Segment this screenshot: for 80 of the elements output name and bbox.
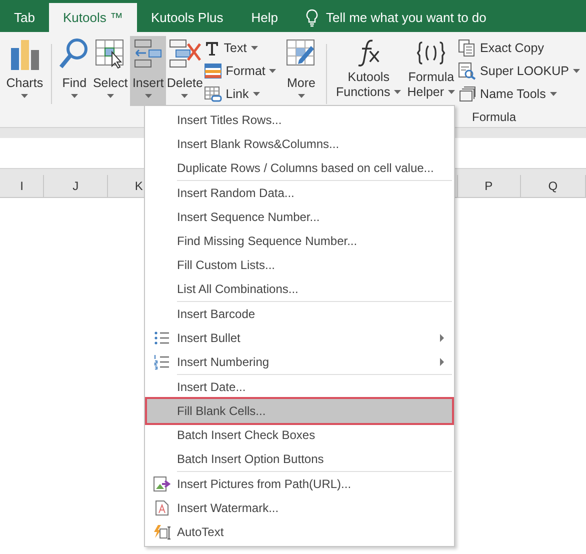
button-label: Exact Copy <box>480 41 544 55</box>
caret-icon <box>394 90 402 94</box>
menu-item[interactable]: Insert Sequence Number... <box>147 205 452 229</box>
submenu-arrow-icon <box>440 358 444 366</box>
caret-icon <box>106 94 114 98</box>
name-tools-icon <box>458 85 476 103</box>
menu-item[interactable]: Insert Titles Rows... <box>147 108 452 132</box>
link-table-icon <box>204 86 222 102</box>
menu-item[interactable]: Insert Pictures from Path(URL)... <box>147 472 452 496</box>
lightbulb-icon <box>306 8 318 26</box>
group-label: Formula <box>472 110 516 124</box>
menu-item[interactable]: List All Combinations... <box>147 277 452 301</box>
button-label: Functions <box>336 85 390 99</box>
tell-me-search[interactable]: Tell me what you want to do <box>326 10 486 25</box>
menu-item[interactable]: Insert Barcode <box>147 302 452 326</box>
caret-icon <box>144 94 152 98</box>
copy-button[interactable]: Exact Copy <box>458 38 580 58</box>
column-header[interactable]: I <box>0 175 44 197</box>
menu-item[interactable]: Insert Blank Rows&Columns... <box>147 132 452 156</box>
grid-cursor-icon <box>95 38 126 70</box>
menu-item[interactable]: Batch Insert Option Buttons <box>147 447 452 471</box>
menu-item[interactable]: AutoText <box>147 520 452 544</box>
menu-item[interactable]: Batch Insert Check Boxes <box>147 423 452 447</box>
submenu-arrow-icon <box>440 334 444 342</box>
caret-icon <box>298 94 305 98</box>
menu-item[interactable]: Insert Watermark... <box>147 496 452 520</box>
formula-helper-button[interactable]: Formula Helper <box>404 38 458 100</box>
menu-item[interactable]: Insert Bullet <box>147 326 452 350</box>
names-button[interactable]: Name Tools <box>458 84 580 104</box>
button-label: Helper <box>407 85 444 99</box>
functions-button[interactable]: Kutools Functions <box>333 38 404 100</box>
ribbon-tab[interactable]: Tab <box>0 3 49 32</box>
search-icon <box>59 38 90 70</box>
text-icon <box>204 40 220 56</box>
button-label: Name Tools <box>480 87 546 101</box>
caret-icon <box>572 69 580 73</box>
format-table-icon <box>204 63 222 79</box>
ribbon-tab[interactable]: Kutools ™ <box>48 3 137 32</box>
link-button[interactable]: Link <box>204 84 276 104</box>
button-label: Super LOOKUP <box>480 64 569 78</box>
button-label: Text <box>224 41 247 55</box>
caret-icon <box>550 92 557 96</box>
watermark-page-icon <box>155 500 169 516</box>
lookup-icon <box>458 62 476 80</box>
button-label: Format <box>226 64 266 78</box>
charts-button[interactable]: Charts <box>4 36 46 106</box>
delete-cells-icon <box>168 38 202 70</box>
autotext-icon <box>153 524 171 540</box>
insert-cells-icon <box>133 38 164 70</box>
column-header[interactable]: Q <box>520 175 586 197</box>
column-header[interactable]: P <box>458 175 521 197</box>
menu-item[interactable]: Find Missing Sequence Number... <box>147 229 452 253</box>
menu-item[interactable]: Insert Numbering <box>147 350 452 374</box>
import-picture-icon <box>153 476 171 492</box>
caret-icon <box>21 94 28 98</box>
menu-item[interactable]: Fill Blank Cells... <box>147 399 452 423</box>
caret-icon <box>250 46 258 50</box>
menu-item[interactable]: Insert Date... <box>147 375 452 399</box>
copy-icon <box>458 39 476 57</box>
ribbon-tab[interactable]: Help <box>237 3 292 32</box>
find-button[interactable]: Find <box>58 36 91 106</box>
select-button[interactable]: Select <box>90 36 130 106</box>
numbered-list-icon <box>154 354 170 370</box>
caret-icon <box>252 92 260 96</box>
insert-button[interactable]: Insert <box>130 36 166 106</box>
format-button[interactable]: Format <box>204 61 276 81</box>
delete-button[interactable]: Delete <box>166 36 204 106</box>
ribbon-tab[interactable]: Kutools Plus <box>136 3 238 32</box>
lookup-button[interactable]: Super LOOKUP <box>458 61 580 81</box>
caret-icon <box>181 94 188 98</box>
caret-icon <box>269 69 276 73</box>
bar-chart-icon <box>10 38 40 70</box>
button-label: Link <box>226 87 249 101</box>
more-button[interactable]: More <box>282 36 320 106</box>
caret-icon <box>448 90 456 94</box>
menu-item[interactable]: Fill Custom Lists... <box>147 253 452 277</box>
bullet-list-icon <box>154 330 170 346</box>
column-header[interactable]: J <box>44 175 108 197</box>
text-button[interactable]: Text <box>204 38 276 58</box>
caret-icon <box>70 94 78 98</box>
